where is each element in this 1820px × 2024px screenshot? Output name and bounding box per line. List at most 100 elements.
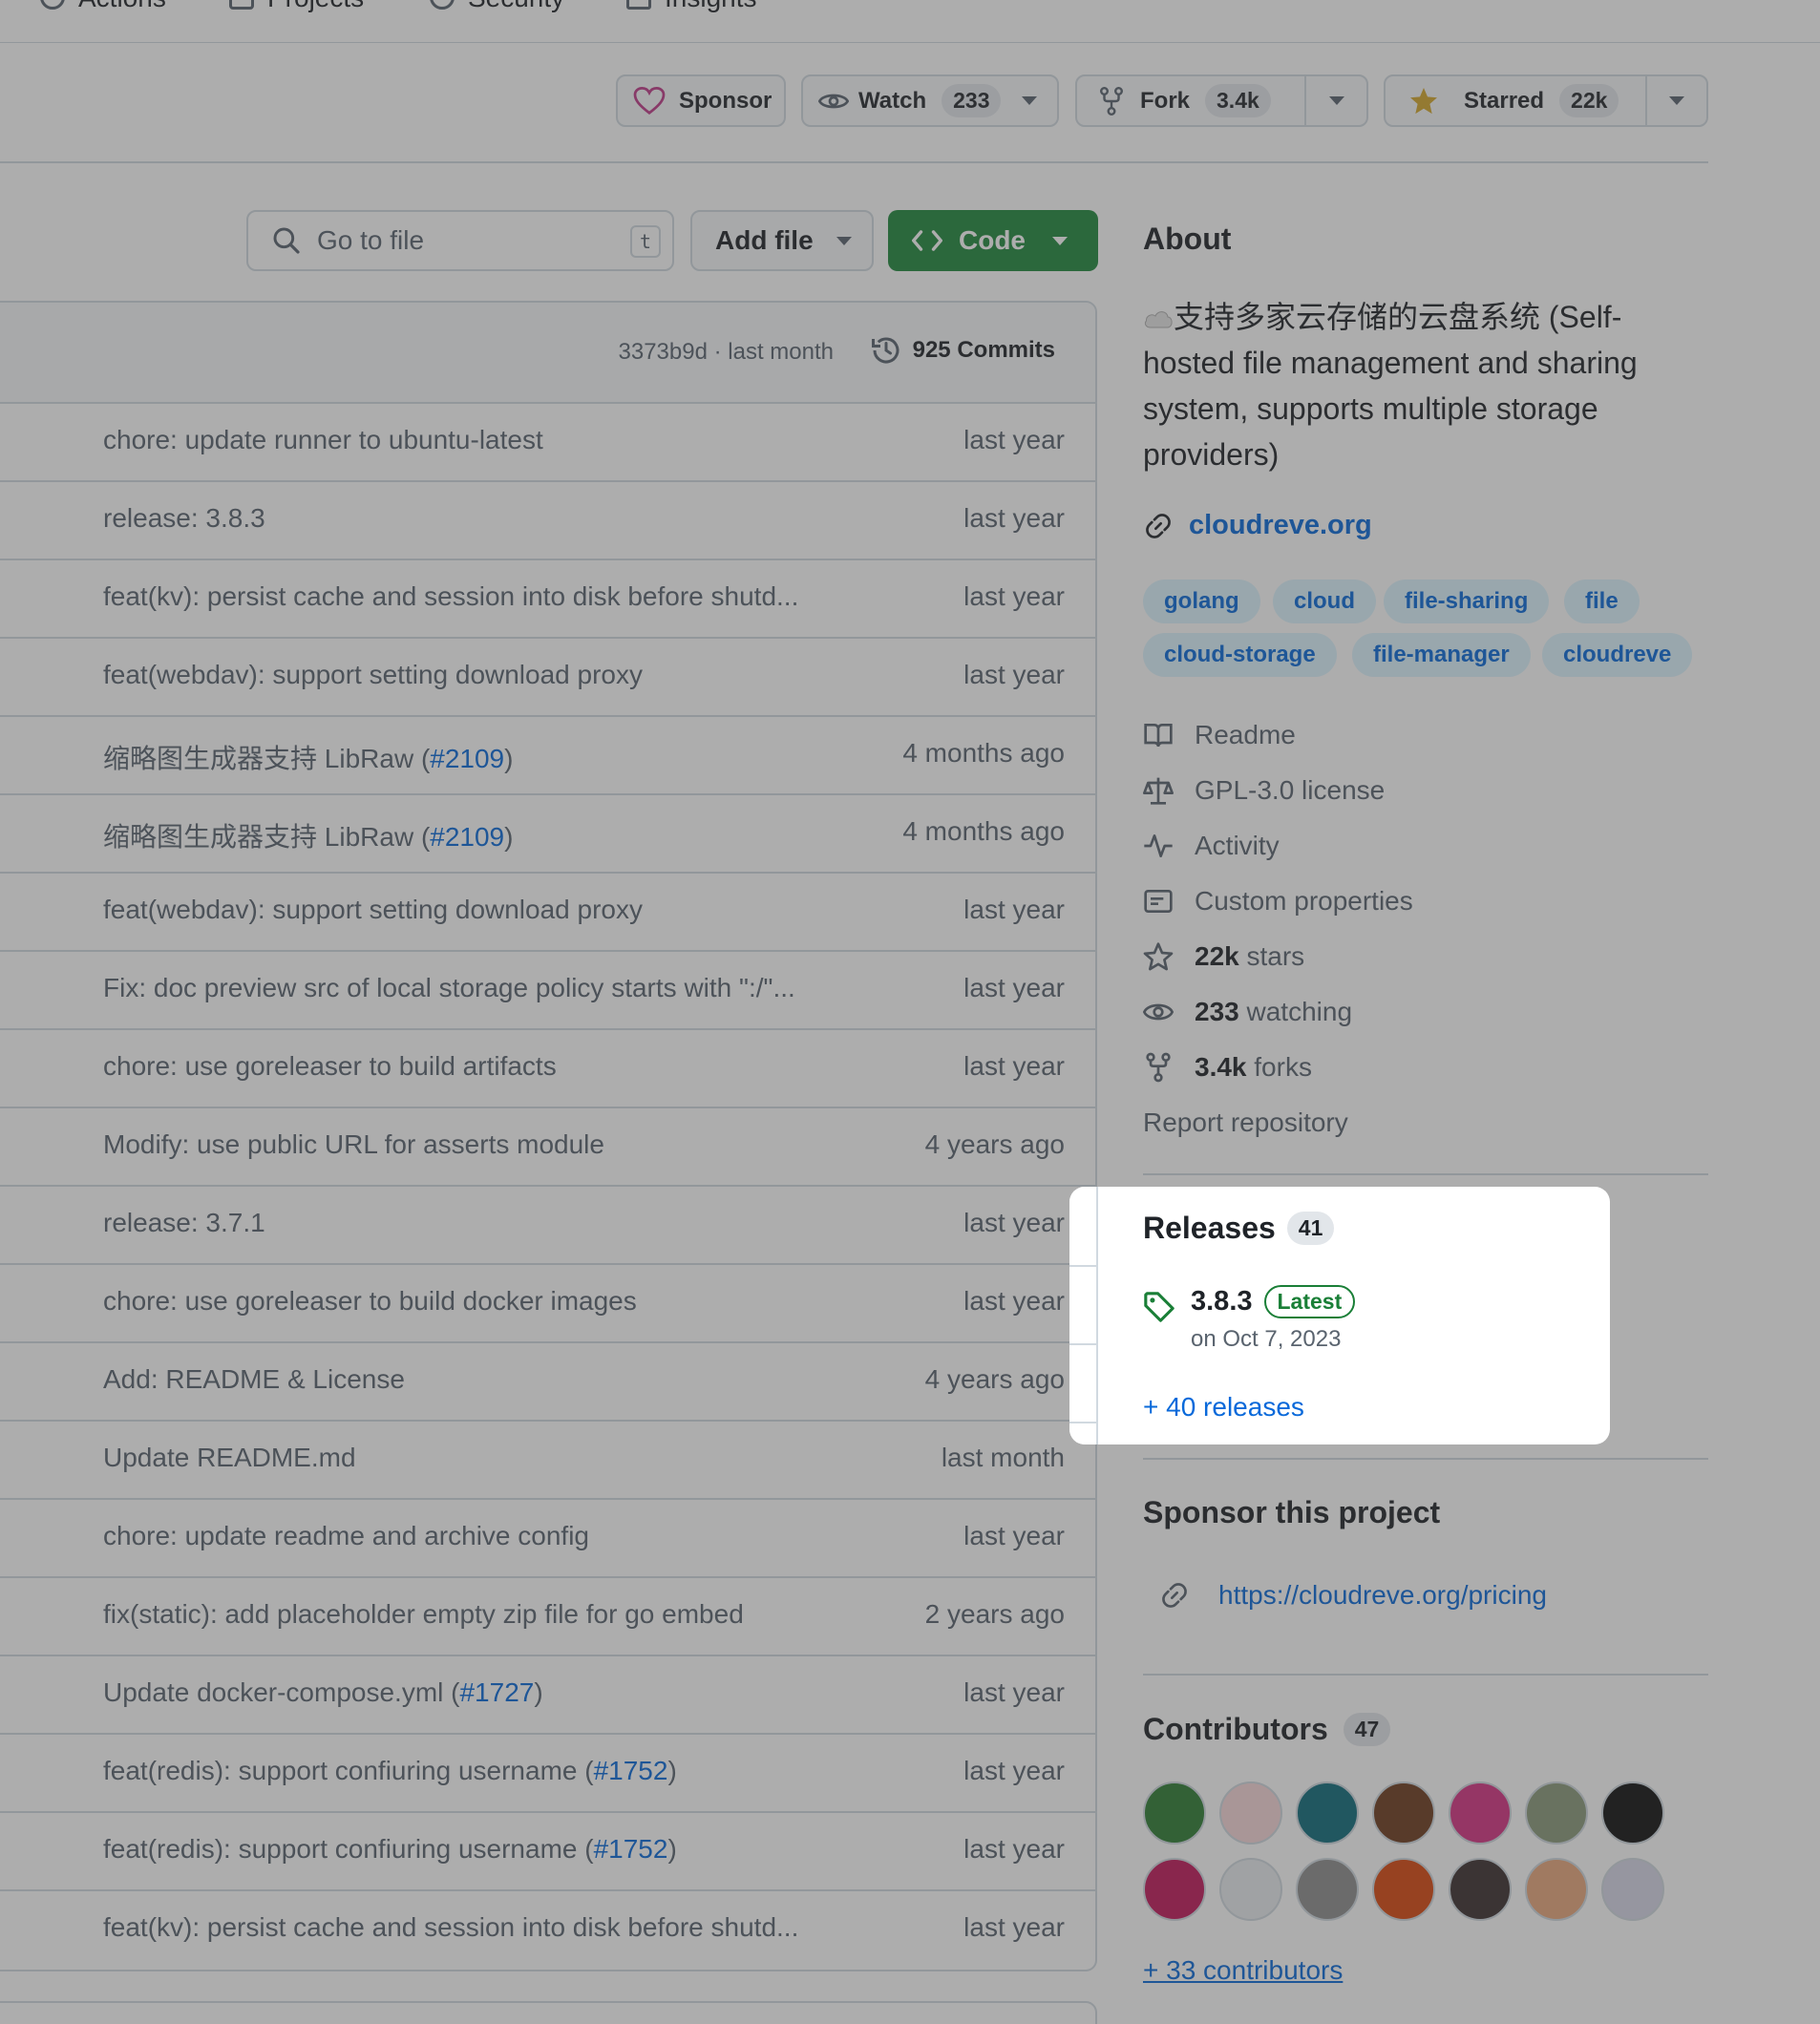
commit-message[interactable]: feat(redis): support confiuring username… <box>103 1756 677 1786</box>
avatar[interactable] <box>1219 1782 1282 1845</box>
watch-button[interactable]: Watch 233 <box>801 74 1059 127</box>
commits-link[interactable]: 925 Commits <box>869 333 1055 368</box>
file-row[interactable]: Modify: use public URL for asserts modul… <box>0 1107 1095 1185</box>
star-dropdown-button[interactable] <box>1647 76 1706 125</box>
avatar[interactable] <box>1601 1858 1664 1921</box>
fork-button[interactable]: Fork 3.4k <box>1077 76 1304 125</box>
commit-message[interactable]: feat(kv): persist cache and session into… <box>103 1912 798 1943</box>
watching-link[interactable]: 233 watching <box>1143 993 1352 1031</box>
license-label: GPL-3.0 license <box>1195 775 1386 805</box>
avatar[interactable] <box>1143 1858 1206 1921</box>
activity-link[interactable]: Activity <box>1143 827 1280 865</box>
commit-message[interactable]: 缩略图生成器支持 LibRaw (#2109) <box>103 738 513 776</box>
avatar[interactable] <box>1601 1782 1664 1845</box>
report-repository-link[interactable]: Report repository <box>1143 1104 1348 1142</box>
avatar[interactable] <box>1219 1858 1282 1921</box>
file-row[interactable]: feat(kv): persist cache and session into… <box>0 1889 1095 1968</box>
avatar[interactable] <box>1296 1858 1359 1921</box>
nav-insights[interactable]: Insights <box>626 0 757 17</box>
stars-link[interactable]: 22k stars <box>1143 938 1304 976</box>
file-row[interactable]: chore: update readme and archive config l… <box>0 1498 1095 1576</box>
pr-link[interactable]: #1752 <box>594 1756 668 1785</box>
file-list-edge <box>1069 1187 1098 1444</box>
pr-link[interactable]: #1752 <box>594 1834 668 1864</box>
watching-count: 233 <box>1195 997 1239 1026</box>
website-link[interactable]: cloudreve.org <box>1143 510 1372 541</box>
commit-message[interactable]: fix(static): add placeholder empty zip f… <box>103 1599 744 1630</box>
topic-tag[interactable]: golang <box>1143 580 1260 623</box>
pr-link[interactable]: #2109 <box>430 744 504 773</box>
commit-message[interactable]: feat(webdav): support setting download p… <box>103 660 643 690</box>
avatar[interactable] <box>1296 1782 1359 1845</box>
nav-projects[interactable]: Projects <box>229 0 364 17</box>
releases-heading-spot[interactable]: Releases 41 <box>1143 1211 1335 1246</box>
commit-message[interactable]: release: 3.8.3 <box>103 503 265 534</box>
nav-security[interactable]: Security <box>430 0 564 17</box>
file-row[interactable]: Update docker-compose.yml (#1727) last ye… <box>0 1655 1095 1733</box>
commit-message[interactable]: Update README.md <box>103 1443 356 1473</box>
commit-message[interactable]: feat(webdav): support setting download p… <box>103 895 643 925</box>
file-row[interactable]: chore: use goreleaser to build artifacts… <box>0 1028 1095 1107</box>
sponsor-button[interactable]: Sponsor <box>616 74 786 127</box>
avatar[interactable] <box>1449 1782 1512 1845</box>
file-row[interactable]: feat(webdav): support setting download p… <box>0 637 1095 715</box>
code-button[interactable]: Code <box>888 210 1098 271</box>
commit-message[interactable]: Fix: doc preview src of local storage po… <box>103 973 795 1003</box>
file-row[interactable]: Add: README & License 4 years ago <box>0 1341 1095 1420</box>
avatar[interactable] <box>1525 1782 1588 1845</box>
pr-link[interactable]: #2109 <box>430 822 504 852</box>
commit-message[interactable]: feat(kv): persist cache and session into… <box>103 581 798 612</box>
add-file-button[interactable]: Add file <box>690 210 874 271</box>
avatar[interactable] <box>1372 1858 1435 1921</box>
file-row[interactable]: release: 3.8.3 last year <box>0 480 1095 559</box>
commit-message[interactable]: Update docker-compose.yml (#1727) <box>103 1677 543 1708</box>
topic-tag[interactable]: file <box>1564 580 1640 623</box>
commit-message[interactable]: 缩略图生成器支持 LibRaw (#2109) <box>103 816 513 854</box>
file-row[interactable]: chore: use goreleaser to build docker im… <box>0 1263 1095 1341</box>
file-row[interactable]: 缩略图生成器支持 LibRaw (#2109) 4 months ago <box>0 715 1095 793</box>
commit-message[interactable]: Add: README & License <box>103 1364 405 1395</box>
readme-link[interactable]: Readme <box>1143 716 1296 754</box>
commit-message[interactable]: chore: use goreleaser to build artifacts <box>103 1051 557 1082</box>
file-row[interactable]: release: 3.7.1 last year <box>0 1185 1095 1263</box>
file-row[interactable]: feat(kv): persist cache and session into… <box>0 559 1095 637</box>
nav-actions[interactable]: Actions <box>40 0 166 17</box>
file-row[interactable]: fix(static): add placeholder empty zip f… <box>0 1576 1095 1655</box>
avatar[interactable] <box>1525 1858 1588 1921</box>
file-row[interactable]: feat(redis): support confiuring username… <box>0 1733 1095 1811</box>
more-releases-link-spot[interactable]: + 40 releases <box>1143 1392 1304 1423</box>
file-row[interactable]: feat(redis): support confiuring username… <box>0 1811 1095 1889</box>
forks-link[interactable]: 3.4k forks <box>1143 1048 1312 1086</box>
topic-tag[interactable]: cloud <box>1273 580 1376 623</box>
fork-dropdown-button[interactable] <box>1306 76 1366 125</box>
file-row[interactable]: Update README.md last month <box>0 1420 1095 1498</box>
avatar[interactable] <box>1372 1782 1435 1845</box>
commit-message[interactable]: chore: update runner to ubuntu-latest <box>103 425 543 455</box>
contributors-heading[interactable]: Contributors 47 <box>1143 1712 1391 1747</box>
commit-message[interactable]: chore: use goreleaser to build docker im… <box>103 1286 637 1317</box>
file-row[interactable]: feat(webdav): support setting download p… <box>0 872 1095 950</box>
commit-message[interactable]: chore: update readme and archive config <box>103 1521 589 1551</box>
more-contributors-link[interactable]: + 33 contributors <box>1143 1955 1343 1986</box>
latest-commit-info[interactable]: 3373b9d · last month <box>619 339 834 366</box>
sponsor-link[interactable]: https://cloudreve.org/pricing <box>1159 1580 1547 1611</box>
file-row[interactable]: chore: update runner to ubuntu-latest las… <box>0 402 1095 480</box>
topic-tag[interactable]: cloud-storage <box>1143 633 1337 677</box>
avatar[interactable] <box>1143 1782 1206 1845</box>
go-to-file-input[interactable]: Go to file t <box>246 210 674 271</box>
avatar[interactable] <box>1449 1858 1512 1921</box>
file-row[interactable]: 缩略图生成器支持 LibRaw (#2109) 4 months ago <box>0 793 1095 872</box>
topic-tag[interactable]: file-manager <box>1352 633 1531 677</box>
custom-properties-link[interactable]: Custom properties <box>1143 882 1413 920</box>
starred-button[interactable]: Starred 22k <box>1386 76 1645 125</box>
license-link[interactable]: GPL-3.0 license <box>1143 771 1385 810</box>
commit-message[interactable]: feat(redis): support confiuring username… <box>103 1834 677 1865</box>
topic-tag[interactable]: cloudreve <box>1542 633 1693 677</box>
commit-message[interactable]: release: 3.7.1 <box>103 1208 265 1238</box>
topic-tag[interactable]: file-sharing <box>1384 580 1550 623</box>
latest-release-spot[interactable]: 3.8.3 Latest on Oct 7, 2023 <box>1143 1285 1356 1353</box>
topic-list: golang cloud file-sharing file cloud-sto… <box>1143 580 1716 685</box>
file-row[interactable]: Fix: doc preview src of local storage po… <box>0 950 1095 1028</box>
pr-link[interactable]: #1727 <box>459 1677 534 1707</box>
commit-message[interactable]: Modify: use public URL for asserts modul… <box>103 1129 604 1160</box>
